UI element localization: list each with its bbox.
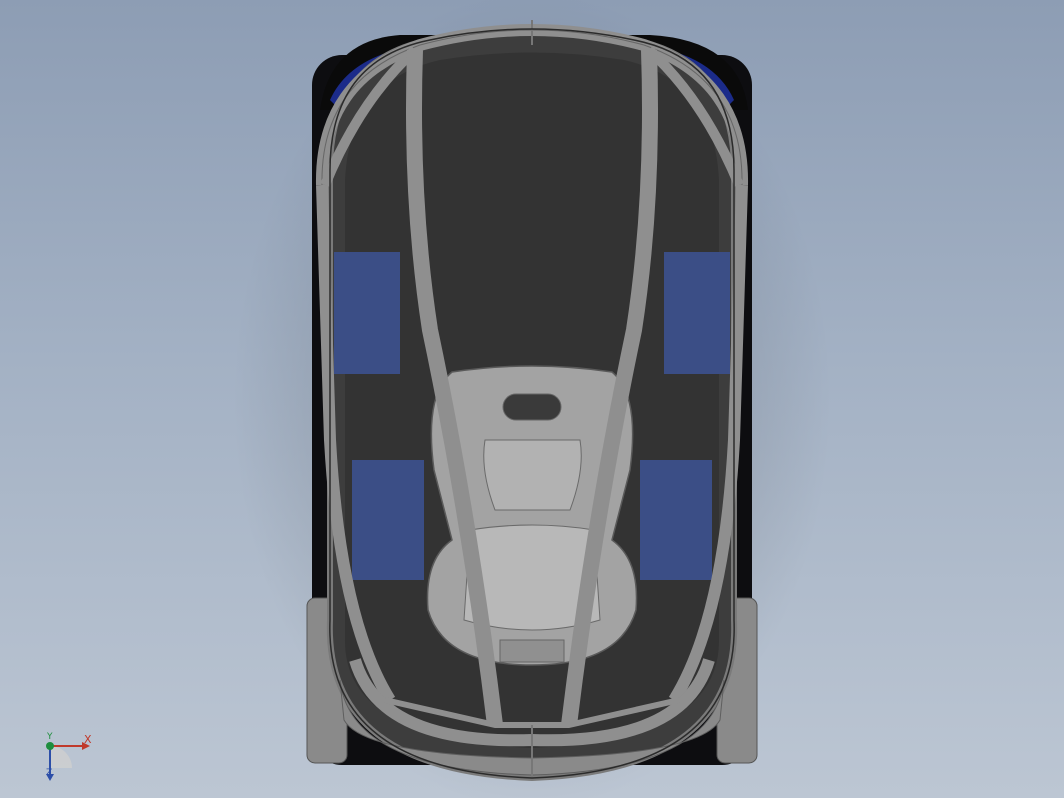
x-axis-label: X [84, 733, 92, 746]
y-axis-label: Y [47, 732, 53, 742]
triad-axes [46, 742, 90, 781]
y-axis-dot [46, 742, 54, 750]
car-model-top-view[interactable] [0, 0, 1064, 798]
z-axis-label: Z [46, 768, 53, 778]
orientation-triad[interactable]: X Y Z [34, 728, 104, 788]
cad-viewport[interactable]: X Y Z [0, 0, 1064, 798]
